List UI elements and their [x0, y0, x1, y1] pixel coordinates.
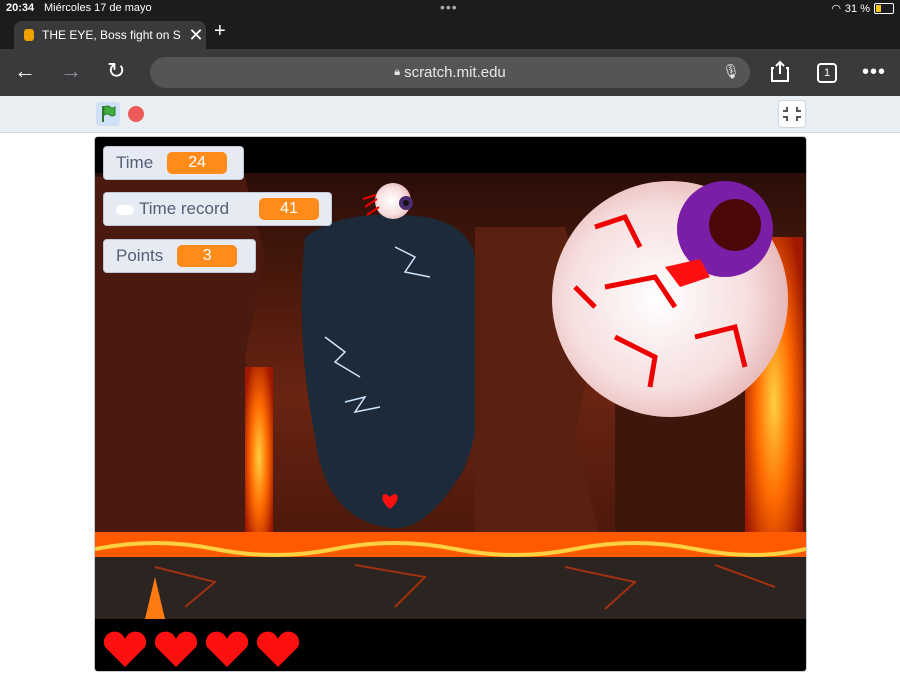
time-record-label: Time record [116, 199, 229, 219]
exit-fullscreen-button[interactable] [778, 100, 806, 128]
points-monitor: Points 3 [103, 239, 256, 273]
browser-tab[interactable]: THE EYE, Boss fight on S ✕ [14, 21, 206, 49]
stone-floor [95, 557, 806, 619]
favicon-icon [24, 29, 34, 41]
microphone-icon[interactable]: 🎙︎ [722, 63, 740, 80]
green-flag-button[interactable] [96, 102, 120, 126]
share-icon[interactable] [770, 60, 790, 82]
time-record-value: 41 [259, 198, 319, 220]
time-value: 24 [167, 152, 228, 174]
tab-title: THE EYE, Boss fight on S [42, 28, 181, 42]
address-toolbar: ← → ↻ 🔒︎ scratch.mit.edu 🎙︎ 1 ••• [0, 49, 900, 96]
tab-switcher-button[interactable]: 1 [817, 63, 837, 83]
time-monitor: Time 24 [103, 146, 244, 180]
status-right: ◠ 31 % [831, 2, 894, 15]
lock-icon: 🔒︎ [394, 66, 401, 78]
forward-icon[interactable]: → [60, 58, 82, 84]
cloud-icon [116, 205, 134, 215]
reload-icon[interactable]: ↻ [107, 58, 125, 84]
multitasking-dots-icon[interactable]: ••• [440, 0, 458, 15]
url-field[interactable]: 🔒︎ scratch.mit.edu 🎙︎ [150, 57, 750, 88]
status-bar: 20:34 Miércoles 17 de mayo ••• ◠ 31 % [0, 0, 900, 18]
close-tab-icon[interactable]: ✕ [186, 25, 206, 46]
new-tab-icon[interactable]: + [214, 20, 226, 43]
time-record-monitor: Time record 41 [103, 192, 332, 226]
tab-bar: THE EYE, Boss fight on S ✕ + [0, 18, 900, 49]
url-text: scratch.mit.edu [404, 64, 506, 81]
points-label: Points [116, 246, 164, 265]
game-stage[interactable]: Time 24 Time record 41 Points 3 [94, 136, 807, 672]
points-value: 3 [177, 245, 238, 267]
green-flag-icon [102, 105, 116, 122]
left-rock-wall [95, 177, 265, 557]
status-time: 20:34 [6, 2, 35, 14]
collapse-icon [783, 107, 801, 121]
lava-fall-left [245, 367, 273, 547]
time-label: Time [116, 153, 154, 172]
boss-eye [552, 181, 788, 417]
stop-button[interactable] [128, 106, 144, 122]
storm-sky [301, 214, 483, 529]
status-date: Miércoles 17 de mayo [44, 2, 152, 14]
battery-icon [874, 3, 894, 14]
wifi-icon: ◠ [831, 3, 841, 15]
battery-percent: 31 % [844, 2, 870, 15]
lives-strip [95, 619, 806, 671]
more-menu-icon[interactable]: ••• [862, 61, 886, 84]
scratch-controls [0, 96, 900, 133]
back-icon[interactable]: ← [14, 58, 36, 84]
